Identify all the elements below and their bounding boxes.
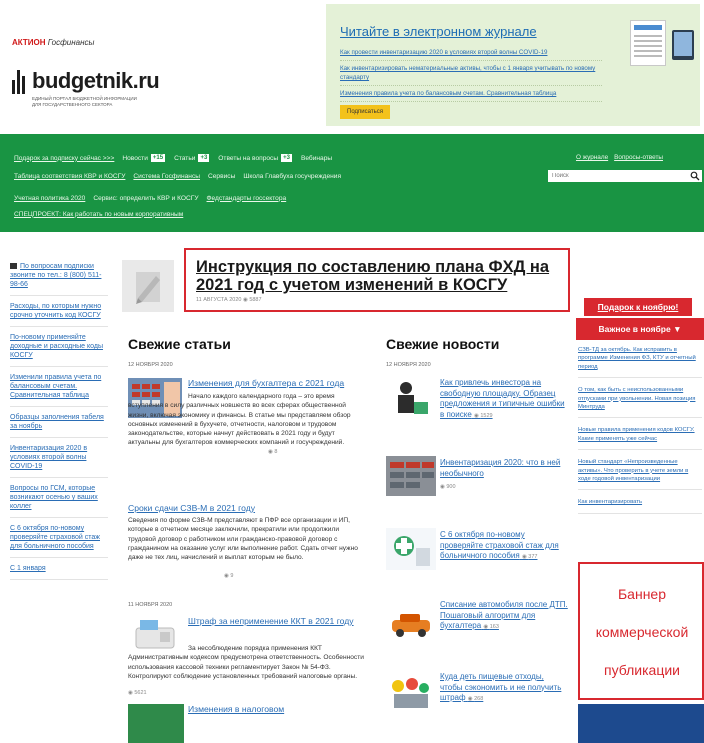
article-title-link[interactable]: Штраф за неприменение ККТ в 2021 году [188,616,368,627]
banner-text-line: публикации [604,662,680,678]
articles-count-badge: +3 [198,154,210,162]
aktion-logo-text: АКТИОН [12,38,46,47]
search-input[interactable] [548,170,702,182]
nav-link-standards[interactable]: Федстандарты госсектора [207,195,287,202]
articles-heading: Свежие статьи [128,336,231,352]
journal-promo-title[interactable]: Читайте в электронном журнале [340,24,537,39]
nav-right-links: О журнале Вопросы-ответы [576,154,669,161]
nav-link-qa[interactable]: Вопросы-ответы [614,154,663,161]
columns-icon [12,70,28,94]
article-views: ◉ 8 [268,449,278,455]
blue-ad-banner[interactable] [578,704,704,743]
news-title-link[interactable]: Списание автомобиля после ДТП. Пошаговый… [440,600,568,633]
nav-link-news[interactable]: Новости [122,155,148,162]
site-header: АКТИОН Госфинансы budgetnik.ru Единый по… [0,0,704,130]
journal-promo-item[interactable]: Как провести инвентаризацию 2020 в услов… [340,48,602,61]
site-tagline: Единый портал бюджетной информации для г… [32,96,137,107]
important-item[interactable]: СЗВ-ТД за октябрь. Как исправить в прогр… [578,346,702,379]
nav-link-services[interactable]: Сервисы [208,173,235,180]
nav-link-kvr-service[interactable]: Сервис: определить КВР и КОСГУ [93,195,198,202]
nav-link-webinars[interactable]: Вебинары [301,155,332,162]
food-waste-image[interactable] [386,670,436,712]
news-views: ◉ 900 [440,484,456,490]
article-excerpt: Сведения по форме СЗВ-М представляют в П… [128,517,358,562]
news-heading: Свежие новости [386,336,500,352]
important-item[interactable]: О том, как быть с неиспользованными отпу… [578,386,702,419]
journal-cover-image [630,20,666,66]
nav-link-gift[interactable]: Подарок за подписку сейчас >>> [14,155,114,162]
gift-promo-button[interactable]: Подарок к ноябрю! [584,298,692,316]
news-title-link[interactable]: Инвентаризация 2020: что в ней необычног… [440,458,568,479]
article-excerpt: За несоблюдение порядка применения ККТ А… [128,645,364,680]
commercial-banner-placeholder[interactable]: Баннер коммерческой публикации [578,562,704,700]
journal-promo-item[interactable]: Как инвентаризировать нематериальные акт… [340,64,602,86]
nav-row-1: Подарок за подписку сейчас >>> Новости +… [14,152,340,164]
nav-link-about[interactable]: О журнале [576,154,608,161]
important-item[interactable]: Новые правила применения кодов КОСГУ. Ка… [578,426,702,451]
journal-promo-list: Как провести инвентаризацию 2020 в услов… [340,48,602,105]
featured-article[interactable]: Инструкция по составлению плана ФХД на 2… [184,248,570,312]
car-crash-image[interactable] [386,602,436,644]
banner-text-line: Баннер [617,586,666,602]
nav-link-special-project[interactable]: СПЕЦПРОЕКТ: Как работать по новым корпор… [14,211,183,218]
left-sidebar-item[interactable]: По-новому применяйте доходные и расходны… [10,333,108,367]
left-sidebar-item[interactable]: С 1 января [10,564,108,580]
left-sidebar-item[interactable]: Инвентаризация 2020 в условиях второй во… [10,444,108,478]
left-sidebar-item[interactable]: Вопросы по ГСМ, которые возникают осенью… [10,484,108,518]
nav-link-policy[interactable]: Учетная политика 2020 [14,195,85,202]
articles-date: 12 ноября 2020 [128,362,173,368]
nav-link-answers[interactable]: Ответы на вопросы [218,155,278,162]
nav-row-3: Учетная политика 2020 Сервис: определить… [14,192,294,204]
left-sidebar-item[interactable]: Изменили правила учета по балансовым сче… [10,373,108,407]
article-title-link[interactable]: Изменения для бухгалтера с 2021 года [188,378,368,389]
important-in-november-header[interactable]: Важное в ноябре ▼ [576,318,704,340]
gosfinansy-logo-text: Госфинансы [47,38,95,47]
article-views: ◉ 9 [224,573,234,579]
news-title-link[interactable]: Куда деть пищевые отходы, чтобы сэкономи… [440,672,568,705]
article-views: ◉ 5621 [128,690,147,696]
important-list: СЗВ-ТД за октябрь. Как исправить в прогр… [578,346,702,522]
articles-date: 11 ноября 2020 [128,602,173,608]
phone-icon [10,263,17,270]
important-item[interactable]: Как инвентаризировать [578,498,702,514]
nav-link-system[interactable]: Система Госфинансы [133,173,200,180]
answers-count-badge: +3 [281,154,292,162]
featured-article-meta: 11 АВГУСТА 2020 ◉ 5887 [196,297,262,303]
tablet-image [672,30,694,60]
article-excerpt: Начало каждого календарного года – это в… [128,393,351,447]
left-sidebar-item[interactable]: Образцы заполнения табеля за ноябрь [10,413,108,438]
news-count-badge: +15 [150,154,166,162]
important-item[interactable]: Новый стандарт «Непроизведенные активы».… [578,458,702,491]
news-title-link[interactable]: С 6 октября по-новому проверяйте страхов… [440,530,568,563]
news-date: 12 ноября 2020 [386,362,431,368]
left-sidebar-item[interactable]: Расходы, по которым нужно срочно уточнит… [10,302,108,327]
publisher-logo[interactable]: АКТИОН Госфинансы [12,38,94,47]
featured-article-title[interactable]: Инструкция по составлению плана ФХД на 2… [196,258,566,294]
document-pen-icon [122,260,174,312]
left-sidebar: По вопросам подписки звоните по тел.: 8 … [10,262,108,586]
article-title-link[interactable]: Сроки сдачи СЗВ-М в 2021 году [128,503,368,514]
journal-promo-item[interactable]: Изменения правила учета по балансовым сч… [340,89,602,102]
news-title-link[interactable]: Как привлечь инвестора на свободную площ… [440,378,568,421]
banner-text-line: коммерческой [595,624,689,640]
subscribe-button[interactable]: Подписаться [340,105,390,119]
subscription-phone[interactable]: По вопросам подписки звоните по тел.: 8 … [10,262,108,296]
nav-link-articles[interactable]: Статьи [174,155,195,162]
investor-image[interactable] [386,378,436,420]
nav-row-2: Таблица соответствия КВР и КОСГУ Система… [14,170,349,182]
warehouse-image[interactable] [386,456,436,496]
nav-link-school[interactable]: Школа Главбуха госучреждения [243,173,341,180]
nav-link-kvr-table[interactable]: Таблица соответствия КВР и КОСГУ [14,173,125,180]
article-title-link[interactable]: Изменения в налоговом [188,704,368,715]
sick-leave-image[interactable] [386,528,436,570]
left-sidebar-item[interactable]: С 6 октября по-новому проверяйте страхов… [10,524,108,558]
article-thumbnail[interactable] [128,704,184,743]
nav-row-4: СПЕЦПРОЕКТ: Как работать по новым корпор… [14,208,191,220]
journal-promo: Читайте в электронном журнале Как провес… [326,4,700,126]
site-name: budgetnik.ru [32,68,160,93]
search-icon[interactable] [690,171,700,181]
